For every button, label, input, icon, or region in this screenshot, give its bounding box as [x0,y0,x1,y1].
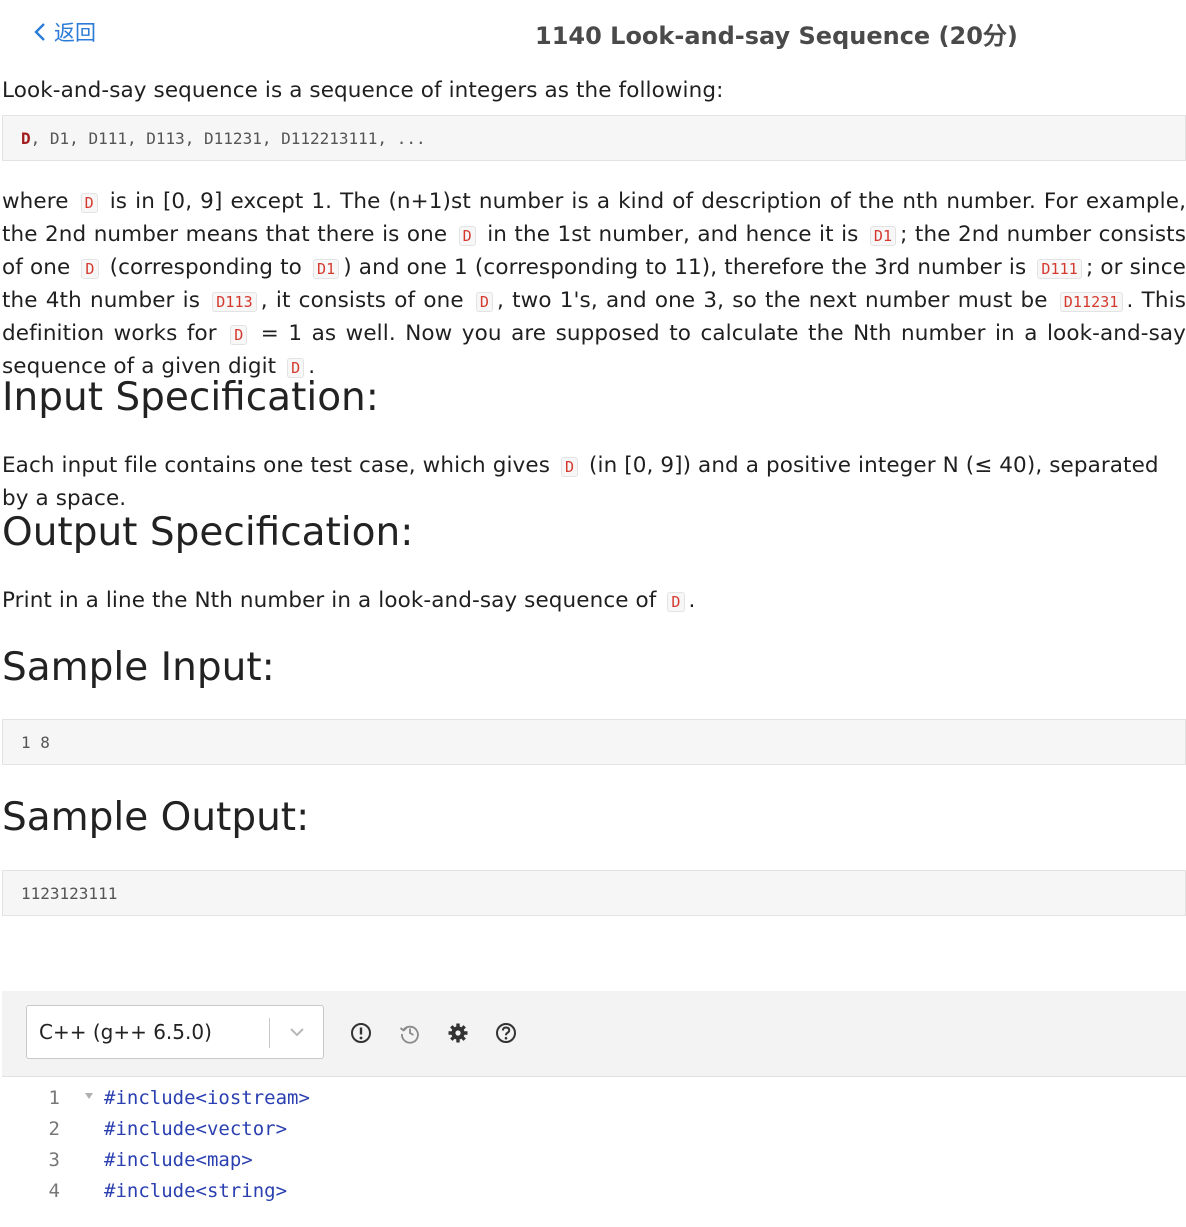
history-icon[interactable] [399,1022,421,1044]
code-line: 2 #include<vector> [2,1114,1186,1145]
inline-code: D [230,325,248,345]
code-line: 1 #include<iostream> [2,1083,1186,1114]
output-text: Print in a line the Nth number in a look… [2,588,664,613]
help-icon[interactable] [495,1022,517,1044]
back-label: 返回 [54,21,96,45]
page-title: 1140 Look-and-say Sequence (20分) [535,22,1018,50]
inline-code: D113 [212,292,257,312]
desc-text: where [2,189,77,214]
code-text: #include<string> [104,1180,288,1202]
sequence-rest: , D1, D111, D113, D11231, D112213111, ..… [30,128,426,148]
desc-text: ) and one 1 (corresponding to 11), there… [343,255,1034,280]
chevron-down-icon[interactable] [287,1022,307,1042]
desc-text: , it consists of one [260,288,472,313]
description: where D is in [0, 9] except 1. The (n+1)… [2,186,1186,384]
inline-code: D [80,193,98,213]
inline-code: D [667,592,685,612]
desc-text: , two 1's, and one 3, so the next number… [497,288,1056,313]
back-button[interactable]: 返回 [32,17,96,47]
input-paragraph: Each input file contains one test case, … [2,450,1186,515]
sample-input-block: 1 8 [2,719,1186,765]
inline-code: D [458,226,476,246]
inline-code: D11231 [1059,292,1123,312]
gear-icon[interactable] [447,1022,469,1044]
select-divider [269,1018,270,1048]
code-text: #include<iostream> [104,1087,310,1109]
line-number: 3 [48,1149,60,1171]
chevron-left-icon [34,23,45,41]
output-heading: Output Specification: [2,510,414,555]
input-text: Each input file contains one test case, … [2,453,557,478]
line-number: 2 [48,1118,60,1140]
output-paragraph: Print in a line the Nth number in a look… [2,585,695,618]
fold-arrow-icon[interactable] [84,1091,94,1101]
sequence-first: D [21,128,31,148]
inline-code: D [560,457,579,477]
code-text: #include<vector> [104,1118,288,1140]
desc-text: in the 1st number, and hence it is [479,222,866,247]
line-number: 4 [48,1180,60,1202]
line-number: 1 [48,1087,60,1109]
inline-code: D [81,259,99,279]
sample-input-heading: Sample Input: [2,645,275,690]
inline-code: D1 [312,259,340,279]
language-select[interactable]: C++ (g++ 6.5.0) [26,1005,324,1059]
info-icon[interactable] [350,1022,372,1044]
sample-output-heading: Sample Output: [2,795,310,840]
inline-code: D [475,292,493,312]
code-text: #include<map> [104,1149,253,1171]
code-editor[interactable]: 1 #include<iostream> 2 #include<vector> … [2,1076,1186,1227]
inline-code: D111 [1037,259,1082,279]
output-text: . [688,588,696,613]
intro-text: Look-and-say sequence is a sequence of i… [2,78,724,103]
description-paragraph: where D is in [0, 9] except 1. The (n+1)… [2,186,1186,384]
code-line: 3 #include<map> [2,1145,1186,1176]
language-value: C++ (g++ 6.5.0) [39,1020,212,1044]
inline-code: D1 [869,226,897,246]
sample-output-block: 1123123111 [2,870,1186,916]
top-bar: 返回 1140 Look-and-say Sequence (20分) [0,0,1186,62]
sequence-block: D, D1, D111, D113, D11231, D112213111, .… [2,115,1186,161]
input-heading: Input Specification: [2,375,379,420]
code-line: 4 #include<string> [2,1176,1186,1207]
desc-text: (corresponding to [102,255,309,280]
